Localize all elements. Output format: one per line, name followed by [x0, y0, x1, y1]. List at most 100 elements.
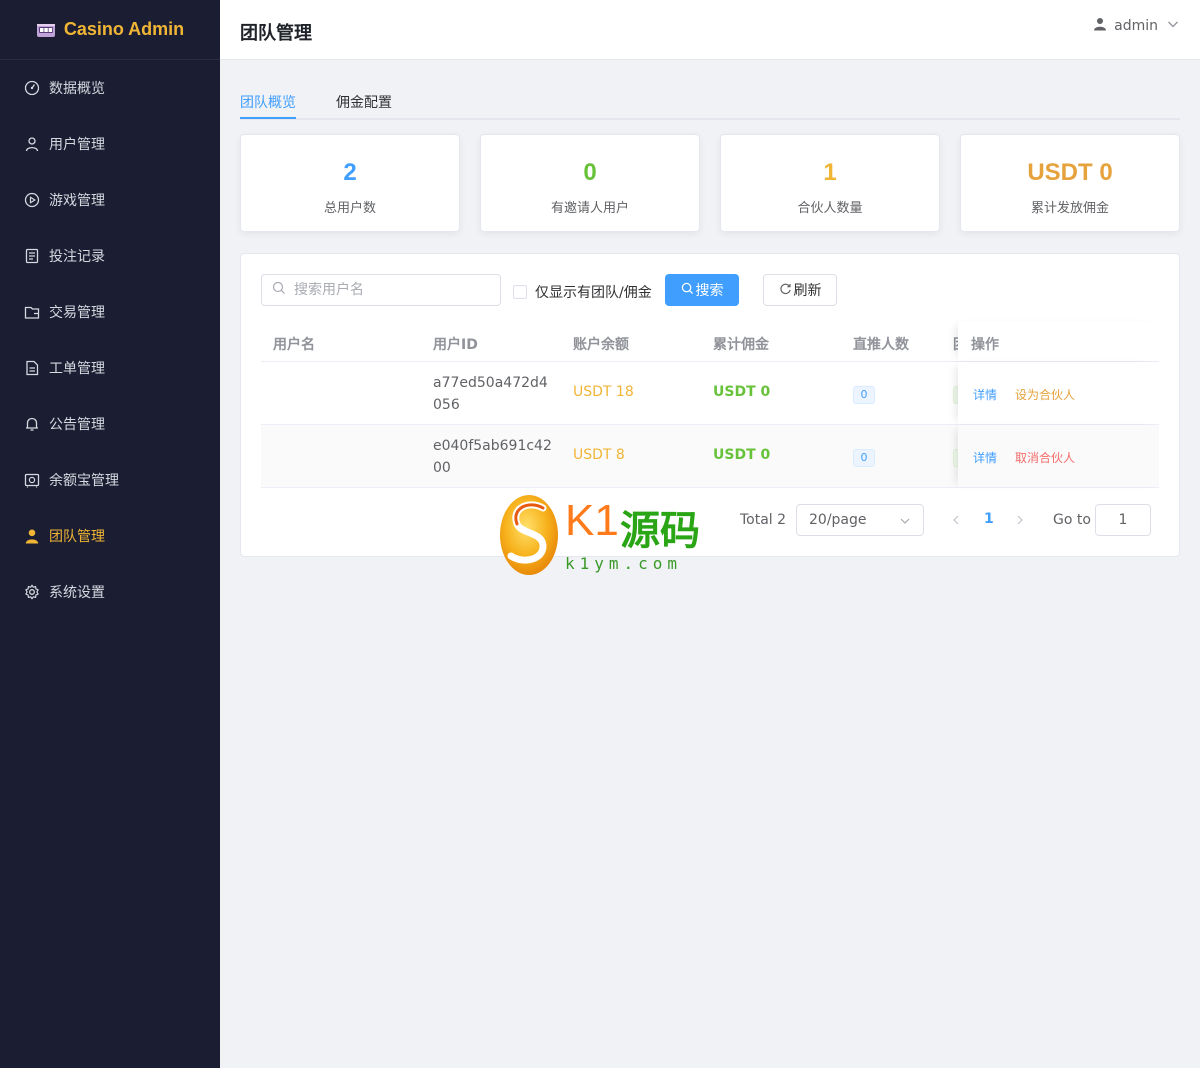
column-header-userid: 用户ID	[433, 337, 478, 353]
watermark-url: k1ym.com	[565, 554, 683, 573]
sidebar-item-label: 交易管理	[49, 305, 105, 321]
stat-label: 合伙人数量	[797, 201, 863, 216]
column-header-direct-referrals: 直推人数	[853, 337, 909, 353]
tab-commission-config[interactable]: 佣金配置	[336, 92, 392, 112]
main-content: 团队概览 佣金配置 2 总用户数 0 有邀请人用户 1 合伙人数量 USDT 0…	[240, 60, 1180, 557]
direct-count-tag: 0	[853, 449, 875, 467]
goto-label: Go to	[1053, 512, 1091, 528]
team-table: 用户名 用户ID 账户余额 累计佣金 直推人数 团 操作 a77ed50a472…	[261, 322, 1159, 488]
search-button-label: 搜索	[695, 283, 724, 299]
table-header: 用户名 用户ID 账户余额 累计佣金 直推人数 团 操作	[261, 322, 1159, 362]
sidebar-item-users[interactable]: 用户管理	[0, 116, 220, 172]
cell-userid: a77ed50a472d4056	[433, 375, 548, 413]
search-field[interactable]	[261, 274, 501, 306]
fixed-actions-cell: 详情 设为合伙人	[958, 362, 1159, 424]
document-icon	[24, 248, 40, 264]
stat-value: USDT 0	[1027, 159, 1113, 186]
user-filled-icon	[24, 528, 40, 544]
stat-card-partners: 1 合伙人数量	[720, 134, 940, 232]
tab-team-overview[interactable]: 团队概览	[240, 92, 296, 112]
stat-card-total-commission: USDT 0 累计发放佣金	[960, 134, 1180, 232]
page-size-select[interactable]: 20/page	[796, 504, 924, 536]
user-icon	[24, 136, 40, 152]
sidebar-item-bets[interactable]: 投注记录	[0, 228, 220, 284]
cell-balance: USDT 18	[573, 384, 634, 400]
gear-icon	[24, 584, 40, 600]
stat-card-invited-users: 0 有邀请人用户	[480, 134, 700, 232]
column-header-commission: 累计佣金	[713, 337, 769, 353]
cell-balance: USDT 8	[573, 447, 625, 463]
page-size-value: 20/page	[809, 512, 867, 528]
pagination: Total 2 20/page 1 Go to	[241, 504, 1181, 536]
fixed-actions-header: 操作	[958, 322, 1159, 361]
tab-bar: 团队概览 佣金配置	[240, 60, 1180, 120]
safe-icon	[24, 472, 40, 488]
column-header-balance: 账户余额	[573, 337, 629, 353]
table-row: a77ed50a472d4056 USDT 18 USDT 0 0 详情 设为合…	[261, 362, 1159, 425]
goto-page-input[interactable]	[1095, 504, 1151, 536]
stat-label: 累计发放佣金	[1030, 201, 1109, 216]
sidebar-item-label: 余额宝管理	[49, 473, 119, 489]
sidebar-item-games[interactable]: 游戏管理	[0, 172, 220, 228]
page-number-current[interactable]: 1	[984, 511, 994, 527]
sidebar-item-team[interactable]: 团队管理	[0, 508, 220, 564]
search-input[interactable]	[294, 282, 494, 298]
cell-commission: USDT 0	[713, 384, 771, 400]
team-table-panel: 仅显示有团队/佣金 搜索 刷新 用户名 用户ID 账户余额 累计佣金 直推人数 …	[240, 253, 1180, 557]
column-header-actions: 操作	[971, 337, 999, 353]
stat-card-total-users: 2 总用户数	[240, 134, 460, 232]
sidebar-item-transactions[interactable]: 交易管理	[0, 284, 220, 340]
checkbox-label: 仅显示有团队/佣金	[535, 285, 652, 301]
column-header-username: 用户名	[273, 337, 315, 353]
team-only-checkbox[interactable]: 仅显示有团队/佣金	[513, 282, 652, 302]
sidebar-item-dashboard[interactable]: 数据概览	[0, 60, 220, 116]
stat-value: 0	[583, 159, 597, 186]
watermark-ym: 源码	[620, 508, 700, 554]
stat-label: 有邀请人用户	[550, 201, 629, 216]
sidebar-item-label: 游戏管理	[49, 193, 105, 209]
search-icon	[681, 282, 696, 299]
sidebar-item-label: 工单管理	[49, 361, 105, 377]
sidebar-item-tickets[interactable]: 工单管理	[0, 340, 220, 396]
detail-link[interactable]: 详情	[973, 386, 997, 403]
detail-link[interactable]: 详情	[973, 449, 997, 466]
sidebar-item-announcements[interactable]: 公告管理	[0, 396, 220, 452]
play-icon	[24, 192, 40, 208]
cell-userid: e040f5ab691c4200	[433, 438, 552, 476]
checkbox-box[interactable]	[513, 285, 527, 299]
dashboard-icon	[24, 80, 40, 96]
sidebar-item-label: 投注记录	[49, 249, 105, 265]
user-menu[interactable]: admin	[1093, 17, 1180, 35]
stats-row: 2 总用户数 0 有邀请人用户 1 合伙人数量 USDT 0 累计发放佣金	[240, 134, 1180, 232]
refresh-icon	[779, 282, 794, 299]
table-row: e040f5ab691c4200 USDT 8 USDT 0 0 详情 取消合伙…	[261, 425, 1159, 488]
brand[interactable]: Casino Admin	[0, 0, 220, 60]
search-icon	[272, 281, 286, 299]
watermark-k1: K1	[565, 496, 619, 545]
refresh-button[interactable]: 刷新	[763, 274, 837, 306]
watermark-logo: K1 源码 k1ym.com	[499, 494, 709, 578]
cell-commission: USDT 0	[713, 447, 771, 463]
stat-label: 总用户数	[323, 201, 376, 216]
search-button[interactable]: 搜索	[665, 274, 739, 306]
sidebar-item-yuebao[interactable]: 余额宝管理	[0, 452, 220, 508]
watermark-emblem-icon	[500, 495, 558, 575]
ticket-icon	[24, 360, 40, 376]
wallet-icon	[24, 304, 40, 320]
stat-value: 2	[343, 159, 357, 186]
set-partner-link[interactable]: 设为合伙人	[1015, 386, 1075, 403]
username: admin	[1114, 18, 1158, 34]
cancel-partner-link[interactable]: 取消合伙人	[1015, 449, 1075, 466]
chevron-down-icon	[1166, 17, 1180, 35]
sidebar-item-label: 团队管理	[49, 529, 105, 545]
sidebar-item-settings[interactable]: 系统设置	[0, 564, 220, 620]
sidebar-item-label: 用户管理	[49, 137, 105, 153]
sidebar-item-label: 系统设置	[49, 585, 105, 601]
slot-machine-icon	[36, 22, 56, 38]
sidebar-item-label: 公告管理	[49, 417, 105, 433]
refresh-button-label: 刷新	[793, 283, 822, 299]
prev-page-button[interactable]	[949, 512, 963, 528]
direct-count-tag: 0	[853, 386, 875, 404]
bell-icon	[24, 416, 40, 432]
next-page-button[interactable]	[1013, 512, 1027, 528]
